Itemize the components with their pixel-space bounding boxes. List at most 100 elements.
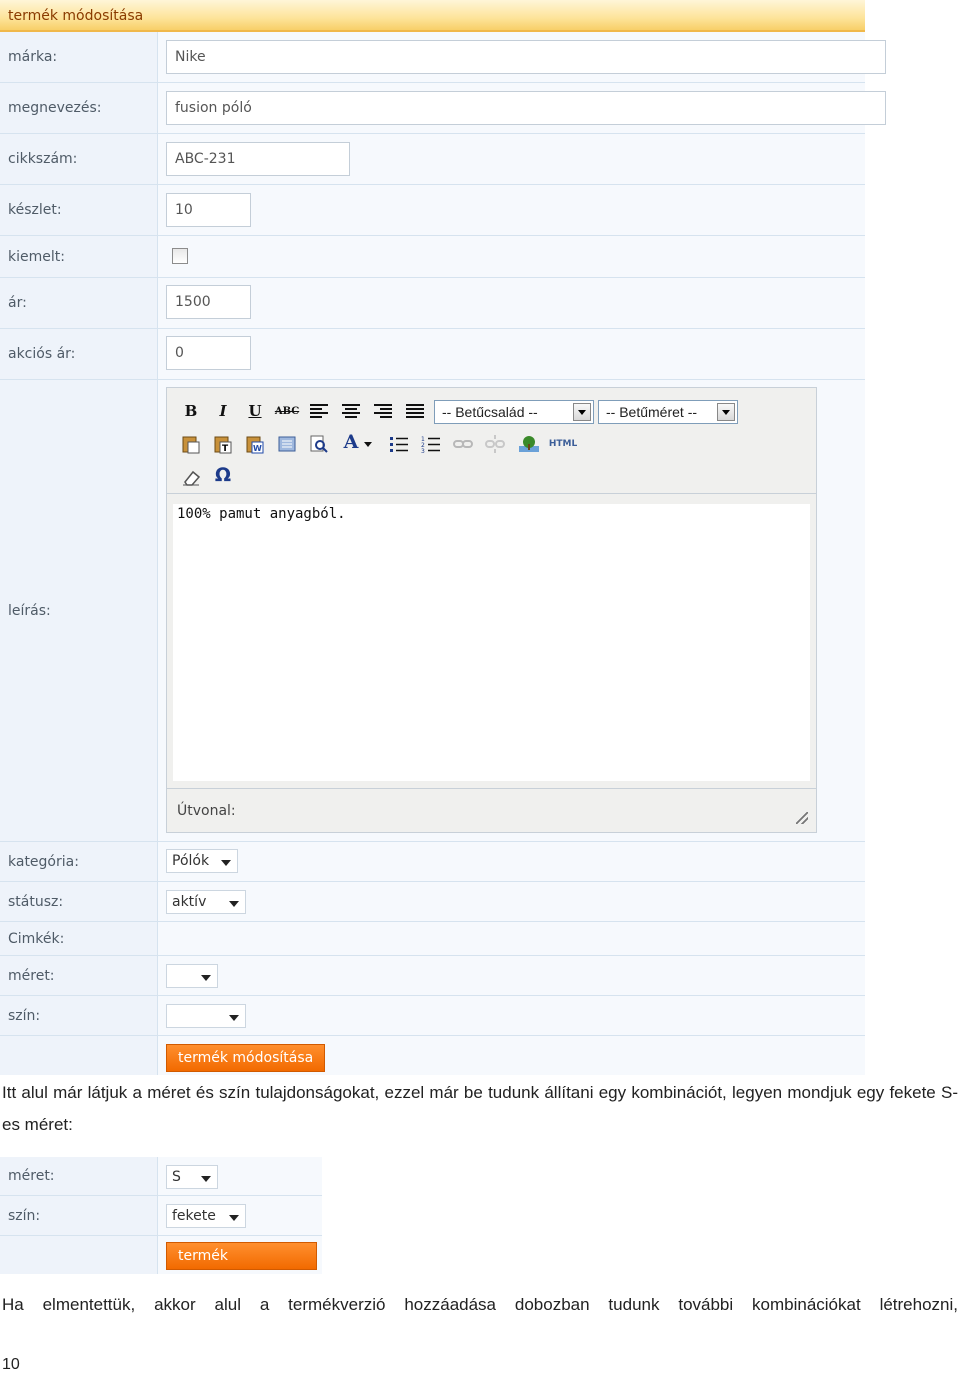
row-meret: méret: <box>0 956 865 996</box>
find-replace-icon[interactable] <box>307 433 331 455</box>
html-source-button[interactable]: HTML <box>547 433 579 455</box>
link-icon[interactable] <box>451 433 475 455</box>
font-family-select[interactable]: -- Betűcsalád -- <box>434 400 594 424</box>
kiemelt-checkbox[interactable] <box>172 248 188 264</box>
select-all-icon[interactable] <box>275 433 299 455</box>
label-szin: szín: <box>0 996 158 1035</box>
row-kiemelt: kiemelt: <box>0 236 865 278</box>
row-kategoria: kategória: Pólók <box>0 842 865 882</box>
font-family-label: -- Betűcsalád -- <box>442 404 538 420</box>
keszlet-input[interactable]: 10 <box>166 193 251 227</box>
marka-input[interactable]: Nike <box>166 40 886 74</box>
align-left-icon[interactable] <box>307 400 331 422</box>
bold-button[interactable]: B <box>179 400 203 422</box>
underline-button[interactable]: U <box>243 400 267 422</box>
row-ar: ár: 1500 <box>0 278 865 329</box>
chevron-down-icon <box>201 975 211 981</box>
row-cimkek: Cimkék: <box>0 922 865 956</box>
submit-button-2[interactable]: termék módosítása <box>166 1242 317 1290</box>
row-szin: szín: <box>0 996 865 1036</box>
chevron-down-icon <box>229 1015 239 1021</box>
strikethrough-button[interactable]: ABC <box>275 400 299 422</box>
font-size-label: -- Betűméret -- <box>606 404 698 420</box>
special-char-button[interactable]: Ω <box>211 464 235 486</box>
align-center-icon[interactable] <box>339 400 363 422</box>
paste-icon[interactable] <box>179 433 203 455</box>
chevron-down-icon <box>229 1215 239 1221</box>
label-akcios-ar: akciós ár: <box>0 329 158 379</box>
statusz-select[interactable]: aktív <box>166 890 246 914</box>
row-statusz: státusz: aktív <box>0 882 865 922</box>
row-submit: termék módosítása <box>0 1036 865 1075</box>
eraser-icon[interactable] <box>179 466 203 488</box>
product-edit-form: termék módosítása márka: Nike megnevezés… <box>0 0 886 1075</box>
rich-text-editor: B I U ABC -- Betűcsalád -- -- Betűméret … <box>166 387 817 833</box>
paste-text-icon[interactable]: T <box>211 433 235 455</box>
label-keszlet: készlet: <box>0 185 158 235</box>
label-meret: méret: <box>0 956 158 995</box>
chevron-down-icon <box>229 901 239 907</box>
label-ar: ár: <box>0 278 158 328</box>
chevron-down-icon <box>573 403 591 421</box>
unlink-icon[interactable] <box>483 433 507 455</box>
label-marka: márka: <box>0 32 158 82</box>
row-submit-2: termék módosítása <box>0 1236 322 1290</box>
label-cikkszam: cikkszám: <box>0 134 158 184</box>
svg-text:3: 3 <box>421 448 425 453</box>
text-color-dropdown-icon[interactable] <box>364 442 372 447</box>
kategoria-value: Pólók <box>172 853 210 869</box>
align-justify-icon[interactable] <box>403 400 427 422</box>
megnevezes-input[interactable]: fusion póló <box>166 91 886 125</box>
editor-statusbar: Útvonal: <box>167 788 816 832</box>
italic-button[interactable]: I <box>211 400 235 422</box>
akcios-ar-input[interactable]: 0 <box>166 336 251 370</box>
row-meret-2: méret: S <box>0 1157 322 1196</box>
variant-form: méret: S szín: fekete termék módosítása <box>0 1157 322 1290</box>
cikkszam-input[interactable]: ABC-231 <box>166 142 350 176</box>
label-megnevezes: megnevezés: <box>0 83 158 133</box>
label-meret-2: méret: <box>0 1157 158 1195</box>
font-size-select[interactable]: -- Betűméret -- <box>598 400 738 424</box>
text-color-label: A <box>343 431 359 453</box>
editor-path-label: Útvonal: <box>177 803 236 819</box>
editor-toolbar: B I U ABC -- Betűcsalád -- -- Betűméret … <box>167 388 816 494</box>
row-szin-2: szín: fekete <box>0 1196 322 1236</box>
paragraph-2: Ha elmentettük, akkor alul a termékverzi… <box>2 1295 958 1314</box>
paragraph-1: Itt alul már látjuk a méret és szín tula… <box>2 1083 958 1134</box>
text-color-button[interactable]: A <box>339 431 363 453</box>
row-marka: márka: Nike <box>0 32 886 83</box>
label-leiras: leírás: <box>0 380 158 841</box>
chevron-down-icon <box>221 860 231 866</box>
chevron-down-icon <box>201 1176 211 1182</box>
label-statusz: státusz: <box>0 882 158 921</box>
submit-button[interactable]: termék módosítása <box>166 1044 326 1072</box>
meret-value-2: S <box>172 1169 181 1185</box>
paste-word-icon[interactable]: W <box>243 433 267 455</box>
align-right-icon[interactable] <box>371 400 395 422</box>
chevron-down-icon <box>717 403 735 421</box>
szin-select[interactable] <box>166 1004 246 1028</box>
row-akcios-ar: akciós ár: 0 <box>0 329 865 380</box>
label-kategoria: kategória: <box>0 842 158 881</box>
label-szin-2: szín: <box>0 1196 158 1235</box>
szin-select-2[interactable]: fekete <box>166 1204 246 1228</box>
editor-content-area[interactable]: 100% pamut anyagból. <box>173 504 810 781</box>
row-cikkszam: cikkszám: ABC-231 <box>0 134 865 185</box>
row-megnevezes: megnevezés: fusion póló <box>0 83 886 134</box>
meret-select-2[interactable]: S <box>166 1165 218 1189</box>
ar-input[interactable]: 1500 <box>166 285 251 319</box>
label-kiemelt: kiemelt: <box>0 236 158 277</box>
kategoria-select[interactable]: Pólók <box>166 849 238 873</box>
meret-select[interactable] <box>166 964 218 988</box>
row-leiras: leírás: B I U ABC -- Betűcsalád -- -- Be… <box>0 380 865 842</box>
numbered-list-icon[interactable]: 123 <box>419 433 443 455</box>
bullet-list-icon[interactable] <box>387 433 411 455</box>
insert-image-icon[interactable] <box>517 433 541 455</box>
svg-text:W: W <box>253 444 262 453</box>
resize-grip-icon[interactable] <box>796 812 808 824</box>
form-title: termék módosítása <box>0 0 865 32</box>
label-cimkek: Cimkék: <box>0 922 158 955</box>
szin-value-2: fekete <box>172 1208 216 1224</box>
svg-text:T: T <box>222 444 229 454</box>
row-keszlet: készlet: 10 <box>0 185 865 236</box>
